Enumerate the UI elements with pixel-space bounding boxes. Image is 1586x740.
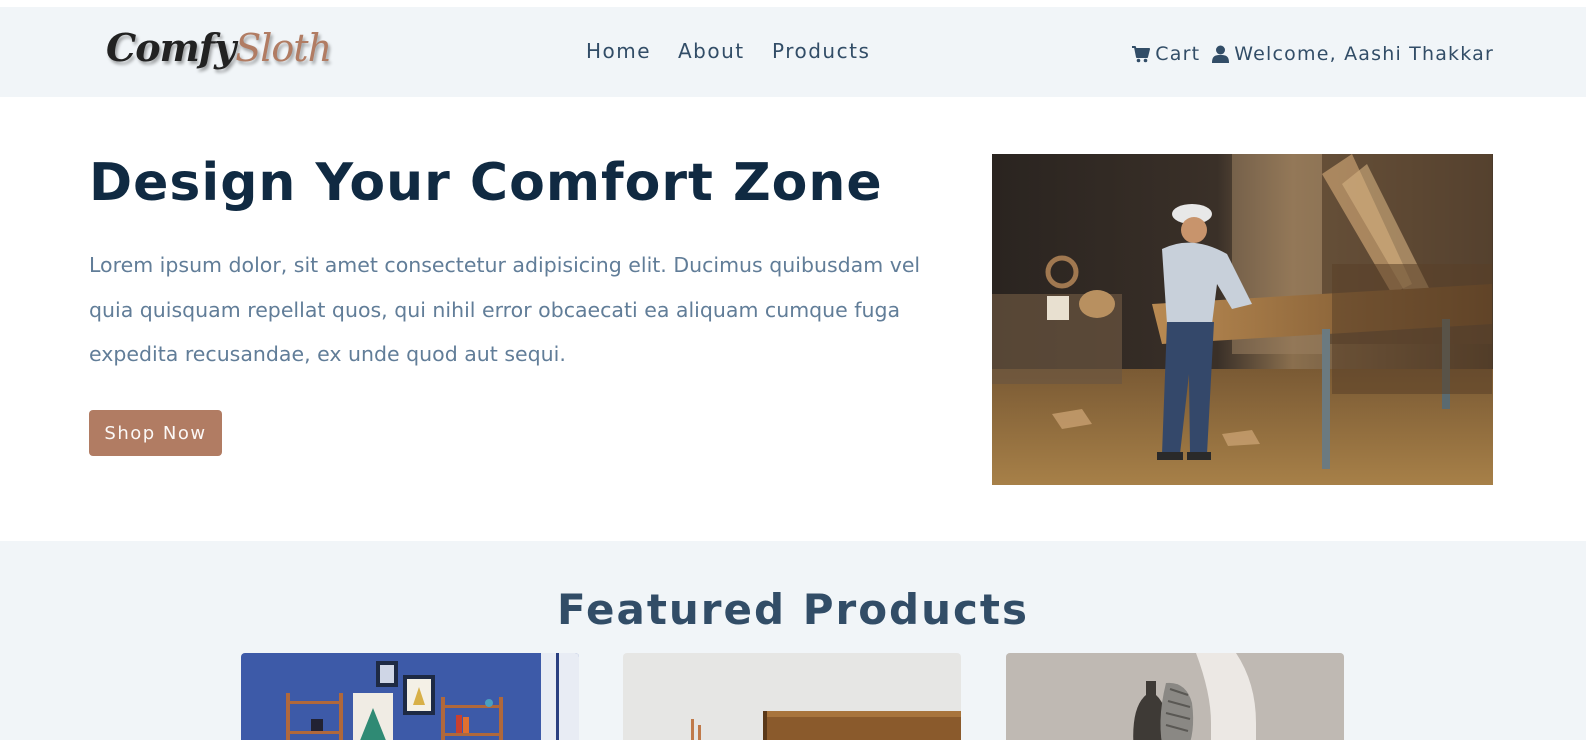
navbar: Comfy Sloth Home About Products Cart Wel…: [0, 7, 1586, 97]
product-card-1[interactable]: [241, 653, 579, 740]
cart-label: Cart: [1155, 43, 1201, 65]
featured-section: Featured Products: [0, 541, 1586, 740]
featured-title: Featured Products: [557, 585, 1029, 634]
nav-link-about[interactable]: About: [678, 39, 745, 63]
nav-right: Cart Welcome, Aashi Thakkar: [1131, 41, 1494, 67]
user-icon: [1212, 45, 1230, 63]
product-card-2[interactable]: [623, 653, 961, 740]
hero-title: Design Your Comfort Zone: [89, 153, 883, 213]
nav-link-home[interactable]: Home: [586, 39, 651, 63]
product-image-1: [241, 653, 579, 740]
user-menu[interactable]: Welcome, Aashi Thakkar: [1212, 43, 1494, 65]
product-card-3[interactable]: [1006, 653, 1344, 740]
hero-description: Lorem ipsum dolor, sit amet consectetur …: [89, 253, 921, 366]
cart-icon: [1131, 45, 1151, 63]
hero-section: Design Your Comfort Zone Lorem ipsum dol…: [0, 97, 1586, 541]
hero-image-carpenter: [992, 154, 1493, 485]
product-image-2: [623, 653, 961, 740]
welcome-text: Welcome, Aashi Thakkar: [1234, 43, 1494, 65]
nav-link-products[interactable]: Products: [772, 39, 870, 63]
cart-link[interactable]: Cart: [1131, 43, 1200, 65]
product-image-3: [1006, 653, 1344, 740]
shop-now-button[interactable]: Shop Now: [89, 410, 222, 456]
top-strip: [0, 0, 1586, 7]
